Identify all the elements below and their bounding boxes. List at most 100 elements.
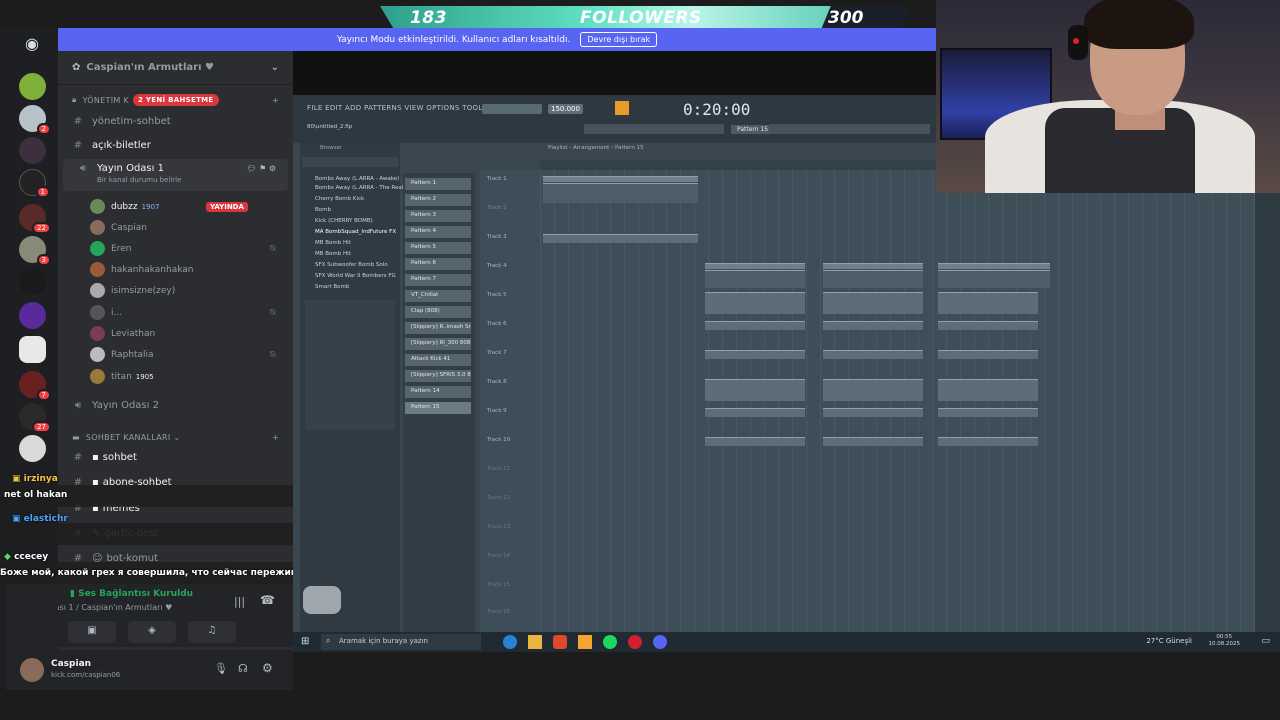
playlist-scroll-area[interactable] — [1255, 193, 1280, 632]
track-label[interactable]: Track 14 — [487, 553, 510, 559]
add-channel-icon[interactable]: + — [272, 96, 279, 105]
voice-channel-status[interactable]: Bir kanal durumu belirle — [97, 176, 181, 184]
track-label[interactable]: Track 11 — [487, 466, 510, 472]
playlist-clip[interactable] — [543, 176, 698, 182]
notification-icon[interactable]: ▭ — [1261, 636, 1270, 646]
folder-taskbar-icon[interactable] — [528, 635, 542, 649]
track-label[interactable]: Track 1 — [487, 176, 507, 182]
pattern-item[interactable]: [Slippery] SFRIS 3.0 808 — [405, 370, 471, 382]
playlist-clip[interactable] — [705, 292, 805, 314]
playlist-clip[interactable] — [938, 437, 1038, 446]
voice-channel-yayin-odasi-1[interactable]: 🔊︎ Yayın Odası 1 Bir kanal durumu belirl… — [63, 159, 288, 191]
add-channel-icon[interactable]: + — [272, 433, 279, 442]
playlist-clip[interactable] — [938, 270, 1050, 288]
server-icon[interactable] — [19, 302, 46, 329]
pattern-item[interactable]: Pattern 14 — [405, 386, 471, 398]
server-icon-pear[interactable] — [19, 73, 46, 100]
track-label[interactable]: Track 8 — [487, 379, 507, 385]
playlist-clip[interactable] — [705, 263, 805, 269]
browser-item[interactable]: SFX Subwoofer Bomb Solo — [315, 262, 388, 268]
browser-item[interactable]: MB Bomb Hit — [315, 240, 351, 246]
playlist-clip[interactable] — [938, 408, 1038, 417]
pattern-item[interactable]: Pattern 6 — [405, 258, 471, 270]
playlist-clip[interactable] — [938, 379, 1038, 401]
playlist-clip[interactable] — [823, 321, 923, 330]
server-icon[interactable] — [19, 268, 46, 295]
user-settings-gear-icon[interactable]: ⚙ — [262, 661, 273, 675]
playlist-clip[interactable] — [938, 292, 1038, 314]
fl-tool-icons[interactable] — [584, 124, 724, 134]
disable-streamer-mode-button[interactable]: Devre dışı bırak — [580, 32, 658, 47]
pattern-item[interactable]: Pattern 1 — [405, 178, 471, 190]
channel-actions-icons[interactable]: 💬︎ ⚑ ⚙ — [246, 164, 276, 173]
playlist-clip[interactable] — [543, 234, 698, 243]
browser-item[interactable]: Cherry Bomb Kick — [315, 196, 364, 202]
fl-studio-taskbar-icon[interactable] — [578, 635, 592, 649]
browser-taskbar-icon[interactable] — [503, 635, 517, 649]
track-label[interactable]: Track 2 — [487, 205, 507, 211]
taskbar-clock[interactable]: 00:55 10.08.2025 — [1209, 634, 1241, 648]
opera-taskbar-icon[interactable] — [628, 635, 642, 649]
pattern-item[interactable]: [Slippery] Rl_300 808(1) — [405, 338, 471, 350]
playlist-clip[interactable] — [823, 270, 923, 288]
server-icon[interactable] — [19, 336, 46, 363]
microphone-icon[interactable]: 🎙︎ — [214, 662, 228, 675]
server-icon[interactable]: 1 — [19, 169, 50, 198]
server-icon[interactable]: 2 — [19, 105, 51, 135]
playlist-clip[interactable] — [938, 321, 1038, 330]
discord-taskbar-icon[interactable] — [653, 635, 667, 649]
server-icon[interactable]: 27 — [19, 403, 51, 433]
playlist-clip[interactable] — [705, 408, 805, 417]
playlist-clip[interactable] — [823, 379, 923, 401]
browser-item[interactable]: Bombs Away (L.ARRA - The Realm) — [315, 185, 411, 191]
spotify-taskbar-icon[interactable] — [603, 635, 617, 649]
browser-item[interactable]: Bombs Away (L.ARRA - Awake) — [315, 176, 399, 182]
category-sohbet[interactable]: ▬ SOHBET KANALLARI ⌄ + — [58, 430, 293, 444]
playlist-clip[interactable] — [823, 350, 923, 359]
voice-user[interactable]: hakanhakanhakan — [90, 262, 193, 277]
voice-user[interactable]: Eren ⍉ — [90, 241, 275, 256]
pattern-item[interactable]: Attack Kick 41 — [405, 354, 471, 366]
track-label[interactable]: Track 4 — [487, 263, 507, 269]
voice-channel-yayin-odasi-2[interactable]: 🔊︎ Yayın Odası 2 — [58, 397, 293, 413]
voice-user[interactable]: titan 1905 — [90, 369, 154, 384]
screen-share-button[interactable]: ▣ — [68, 621, 116, 643]
pattern-item[interactable]: VT_Chillat — [405, 290, 471, 302]
voice-user[interactable]: Leviathan — [90, 326, 155, 341]
discord-home-icon[interactable]: ◉ — [20, 34, 44, 53]
playlist-clip[interactable] — [823, 437, 923, 446]
browser-item[interactable]: MA BombSquad_IndFuture FX — [315, 229, 396, 235]
server-icon[interactable] — [19, 435, 46, 462]
brave-taskbar-icon[interactable] — [553, 635, 567, 649]
noise-suppression-icon[interactable]: ||| — [234, 595, 245, 608]
browser-toolbar[interactable] — [302, 157, 398, 167]
browser-item[interactable]: Bomb — [315, 207, 331, 213]
server-icon[interactable] — [19, 137, 46, 164]
voice-user[interactable]: dubzz 1907 YAYINDA — [90, 199, 248, 214]
playlist-clip[interactable] — [705, 321, 805, 330]
pattern-item[interactable]: [Slippery] R..imash Snare — [405, 322, 471, 334]
track-label[interactable]: Track 10 — [487, 437, 510, 443]
transport-controls[interactable] — [482, 104, 542, 114]
voice-user[interactable]: Raphtalia ⍉ — [90, 347, 275, 362]
track-label[interactable]: Track 13 — [487, 524, 510, 530]
playlist-clip[interactable] — [823, 263, 923, 269]
taskbar-search-input[interactable]: Aramak için buraya yazın — [321, 634, 481, 650]
playlist-clip[interactable] — [823, 408, 923, 417]
server-icon[interactable]: 22 — [19, 204, 51, 234]
voice-user[interactable]: i... ⍉ — [90, 305, 275, 320]
server-header[interactable]: ✿ Caspian'ın Armutları ♥ ⌄ — [58, 51, 293, 85]
playlist-clip[interactable] — [705, 350, 805, 359]
track-label[interactable]: Track 12 — [487, 495, 510, 501]
channel-yonetim-sohbet[interactable]: # yönetim-sohbet — [58, 113, 293, 129]
track-label[interactable]: Track 3 — [487, 234, 507, 240]
pattern-item[interactable]: Pattern 2 — [405, 194, 471, 206]
track-label[interactable]: Track 16 — [487, 609, 510, 615]
channel-sohbet[interactable]: # ▪ sohbet — [58, 449, 293, 465]
track-label[interactable]: Track 5 — [487, 292, 507, 298]
typing-keyboard-icon[interactable] — [615, 101, 629, 115]
pattern-item[interactable]: Clap (808) — [405, 306, 471, 318]
voice-user[interactable]: isimsizne(zey) — [90, 283, 175, 298]
new-mentions-badge[interactable]: 2 YENİ BAHSETME — [133, 94, 219, 106]
fl-menu-bar[interactable]: FILE EDIT ADD PATTERNS VIEW OPTIONS TOOL… — [307, 104, 509, 112]
